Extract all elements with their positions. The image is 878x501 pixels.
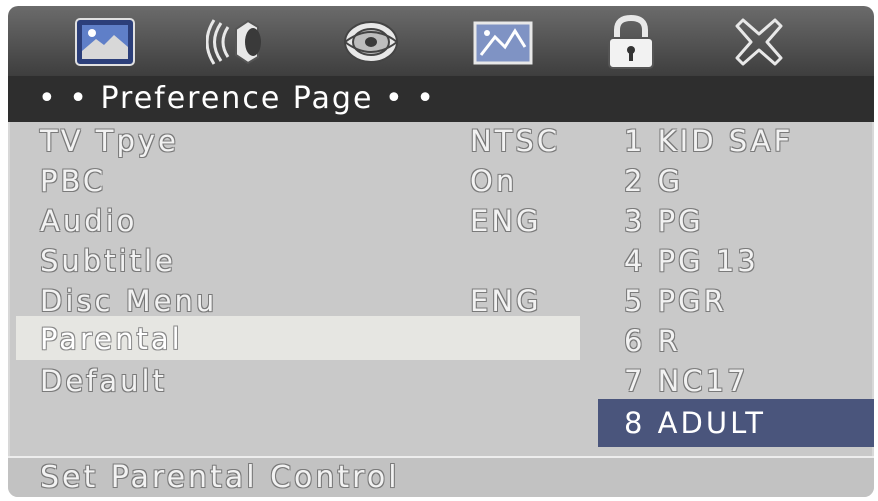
menu-item-value: NTSC xyxy=(470,124,561,158)
audio-setup-icon[interactable] xyxy=(206,14,272,70)
menu-item-label: Subtitle xyxy=(40,244,176,278)
menu-item-label: Default xyxy=(40,364,167,398)
parental-option[interactable]: 1 KID SAF xyxy=(624,124,793,158)
menu-item-value: On xyxy=(470,164,518,198)
dvd-setup-menu: • • Preference Page • • TV Tpye NTSC PBC… xyxy=(8,6,874,497)
general-setup-icon[interactable] xyxy=(72,14,138,70)
parental-option[interactable]: 3 PG xyxy=(624,204,704,238)
status-text: Set Parental Control xyxy=(40,460,400,495)
display-setup-icon[interactable] xyxy=(470,14,536,70)
video-setup-icon[interactable] xyxy=(338,14,404,70)
page-title: • • Preference Page • • xyxy=(38,81,436,116)
menu-item-label: Disc Menu xyxy=(40,284,218,318)
parental-option[interactable]: 5 PGR xyxy=(624,284,727,318)
password-lock-icon[interactable] xyxy=(598,14,664,70)
exit-icon[interactable] xyxy=(726,14,792,70)
parental-option[interactable]: 7 NC17 xyxy=(624,364,749,398)
menu-item-value: ENG xyxy=(470,284,542,318)
menu-item-label: Audio xyxy=(40,204,138,238)
status-bar: Set Parental Control xyxy=(8,456,874,497)
parental-option[interactable]: 6 R xyxy=(624,324,681,358)
parental-option-selected[interactable]: 8 ADULT xyxy=(624,406,766,440)
preference-menu: TV Tpye NTSC PBC On Audio ENG Subtitle D… xyxy=(8,122,874,452)
parental-option[interactable]: 2 G xyxy=(624,164,683,198)
menu-item-value: ENG xyxy=(470,204,542,238)
page-title-bar: • • Preference Page • • xyxy=(8,76,874,122)
menu-item-label: Parental xyxy=(40,322,183,356)
setup-toolbar xyxy=(8,6,874,76)
parental-option[interactable]: 4 PG 13 xyxy=(624,244,759,278)
menu-item-label: PBC xyxy=(40,164,107,198)
menu-item-label: TV Tpye xyxy=(40,124,179,158)
